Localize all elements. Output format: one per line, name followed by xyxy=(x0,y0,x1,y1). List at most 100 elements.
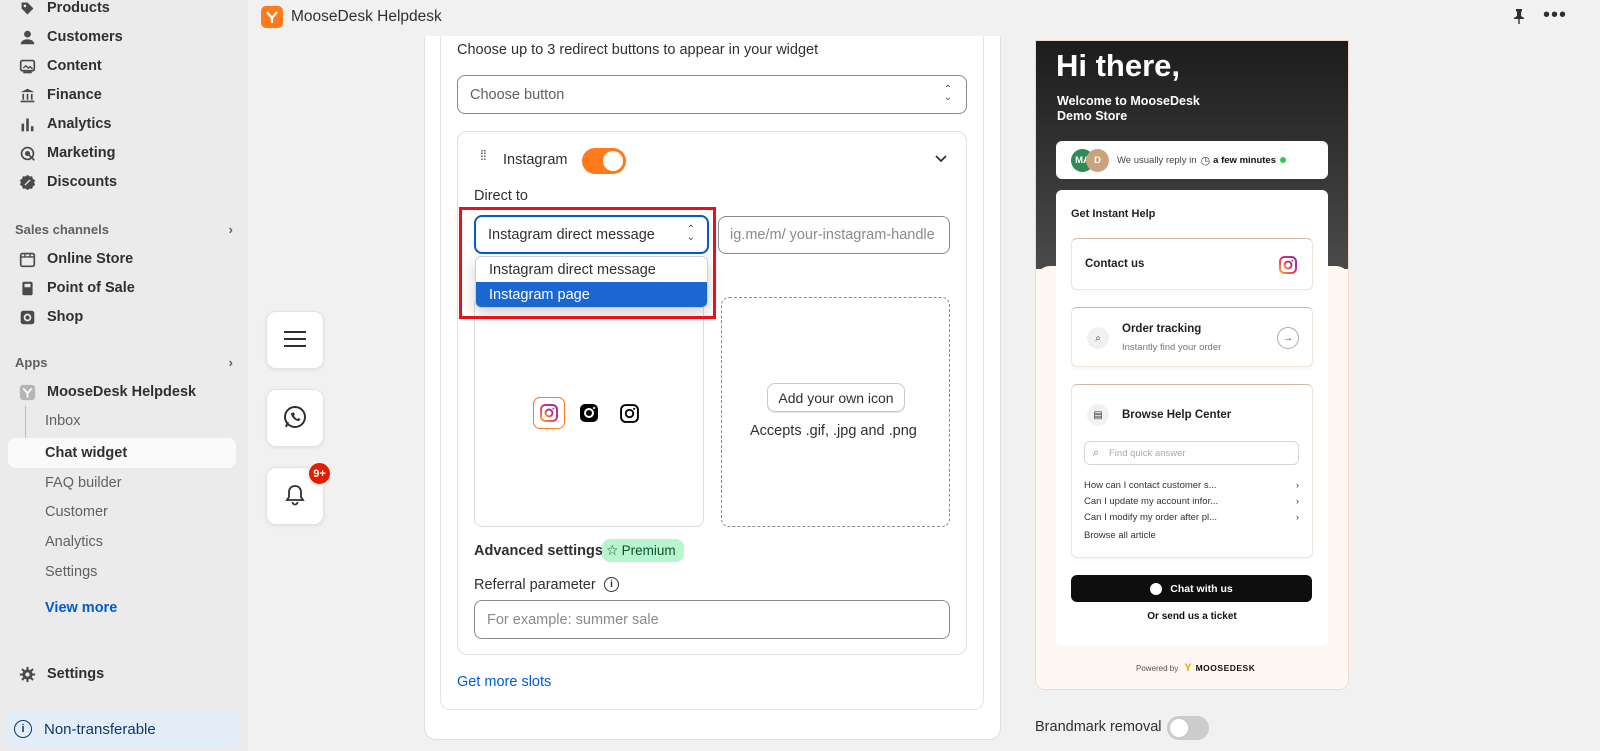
preview-question[interactable]: Can I update my account infor... › xyxy=(1084,496,1299,507)
instagram-gradient-icon[interactable] xyxy=(533,397,565,429)
chat-bubble-icon xyxy=(1150,582,1163,595)
discount-icon xyxy=(18,173,36,191)
star-icon: ☆ xyxy=(606,542,619,558)
sidebar-item-label: Point of Sale xyxy=(47,280,135,296)
sidebar-subitem-inbox[interactable]: Inbox xyxy=(45,406,80,436)
whatsapp-fab[interactable] xyxy=(266,389,324,447)
chevron-right-icon: › xyxy=(1295,480,1299,491)
referral-parameter-input[interactable]: For example: summer sale xyxy=(474,600,950,639)
choose-button-select[interactable]: Choose button ⌃ ⌄ xyxy=(457,75,967,114)
sidebar-subitem-analytics[interactable]: Analytics xyxy=(45,527,103,557)
image-icon xyxy=(18,57,36,75)
preview-reply-time: MA D We usually reply in ◷ a few minutes xyxy=(1056,141,1328,179)
sidebar-item-online-store[interactable]: Online Store xyxy=(8,244,236,274)
person-icon xyxy=(18,28,36,46)
clock-icon: ◷ xyxy=(1200,154,1211,167)
preview-browse-help-center: Browse Help Center xyxy=(1122,409,1232,421)
search-receipt-icon: ⌕ xyxy=(1087,327,1109,349)
instagram-outline-icon[interactable] xyxy=(613,397,645,429)
app-topbar: MooseDesk Helpdesk ••• xyxy=(248,0,1600,36)
preview-order-tracking: Order tracking xyxy=(1122,323,1202,335)
instagram-handle-input[interactable]: ig.me/m/ your-instagram-handle xyxy=(718,216,950,254)
slot-title: Instagram xyxy=(503,152,568,168)
chevron-right-icon: › xyxy=(1295,496,1299,507)
preview-instant-help: Get Instant Help xyxy=(1071,208,1156,220)
preview-search-input[interactable]: ⌕ Find quick answer xyxy=(1084,441,1299,465)
sidebar-subitem-settings[interactable]: Settings xyxy=(45,557,97,587)
arrow-right-icon: → xyxy=(1277,327,1299,349)
highlight-annotation xyxy=(459,207,716,319)
sidebar-item-moosedesk[interactable]: MooseDesk Helpdesk xyxy=(8,377,236,407)
non-transferable-banner[interactable]: i Non-transferable xyxy=(6,711,240,747)
sidebar-item-label: Online Store xyxy=(47,251,134,267)
notification-badge: 9+ xyxy=(307,461,332,486)
shop-icon xyxy=(18,308,36,326)
sidebar-item-analytics[interactable]: Analytics xyxy=(8,109,236,139)
preview-order-tracking-sub: Instantly find your order xyxy=(1122,342,1222,353)
preview-send-ticket[interactable]: Or send us a ticket xyxy=(1056,611,1328,622)
sidebar-item-settings[interactable]: Settings xyxy=(8,659,236,689)
preview-browse-all[interactable]: Browse all article xyxy=(1084,530,1299,541)
more-actions-icon[interactable]: ••• xyxy=(1543,4,1567,27)
direct-to-label: Direct to xyxy=(474,188,528,204)
sidebar-item-label: Customers xyxy=(47,29,123,45)
accepted-formats-text: Accepts .gif, .jpg and .png xyxy=(750,423,917,439)
sidebar-item-point-of-sale[interactable]: Point of Sale xyxy=(8,273,236,303)
sales-channels-heading[interactable]: Sales channels › xyxy=(15,222,233,237)
select-arrows-icon: ⌃ ⌄ xyxy=(943,84,952,103)
get-more-slots-link[interactable]: Get more slots xyxy=(457,674,551,690)
instagram-gradient-icon xyxy=(1279,256,1297,277)
preview-chat-button[interactable]: Chat with us xyxy=(1071,575,1312,602)
preview-question[interactable]: How can I contact customer s... › xyxy=(1084,480,1299,491)
sidebar-item-shop[interactable]: Shop xyxy=(8,302,236,332)
preview-question[interactable]: Can I modify my order after pl... › xyxy=(1084,512,1299,523)
sidebar-subitem-faq-builder[interactable]: FAQ builder xyxy=(45,468,122,498)
custom-icon-upload[interactable] xyxy=(721,297,950,527)
moosedesk-logo-icon xyxy=(261,6,283,28)
sidebar-item-label: Settings xyxy=(47,666,105,682)
search-icon: ⌕ xyxy=(1093,447,1100,459)
sidebar-item-label: Shop xyxy=(47,309,84,325)
add-own-icon-button[interactable]: Add your own icon xyxy=(767,383,905,412)
preview-greeting: Hi there, xyxy=(1056,48,1181,83)
sidebar-item-discounts[interactable]: Discounts xyxy=(8,167,236,197)
sidebar-item-content[interactable]: Content xyxy=(8,51,236,81)
target-icon xyxy=(18,144,36,162)
sidebar-item-marketing[interactable]: Marketing xyxy=(8,138,236,168)
sidebar-subitem-chat-widget[interactable]: Chat widget xyxy=(8,438,236,468)
info-icon[interactable]: i xyxy=(604,577,619,592)
view-more-link[interactable]: View more xyxy=(45,600,117,616)
instagram-filled-icon[interactable] xyxy=(573,397,605,429)
sidebar-item-products[interactable]: Products xyxy=(8,0,236,23)
pos-icon xyxy=(18,279,36,297)
sidebar-item-label: Finance xyxy=(47,87,102,103)
advanced-settings-heading: Advanced settings xyxy=(474,543,603,559)
slot-enable-toggle[interactable] xyxy=(582,148,626,174)
apps-heading[interactable]: Apps › xyxy=(15,355,233,370)
sidebar-item-label: MooseDesk Helpdesk xyxy=(47,384,197,400)
hamburger-icon xyxy=(284,330,306,351)
preview-welcome: Welcome to MooseDesk Demo Store xyxy=(1057,94,1200,123)
info-icon: i xyxy=(14,720,32,738)
chevron-right-icon: › xyxy=(1295,512,1299,523)
referral-parameter-label: Referral parameter xyxy=(474,577,596,593)
gear-icon xyxy=(18,665,36,683)
sidebar-item-label: Discounts xyxy=(47,174,118,190)
online-dot-icon xyxy=(1280,157,1286,163)
sidebar-subitem-customer[interactable]: Customer xyxy=(45,497,108,527)
redirect-intro-text: Choose up to 3 redirect buttons to appea… xyxy=(457,42,819,58)
brandmark-removal-label: Brandmark removal xyxy=(1035,719,1162,735)
moosedesk-app-icon xyxy=(18,383,36,401)
preview-contact-us: Contact us xyxy=(1085,258,1145,270)
bank-icon xyxy=(18,86,36,104)
brandmark-removal-toggle[interactable] xyxy=(1167,716,1209,740)
drag-handle-icon[interactable]: ⁞⁞ xyxy=(480,148,487,162)
preview-powered-by: Powered by Y MOOSEDESK xyxy=(1136,662,1256,674)
sidebar-item-customers[interactable]: Customers xyxy=(8,22,236,52)
pin-icon[interactable] xyxy=(1512,8,1526,28)
chevron-down-icon[interactable] xyxy=(935,150,947,166)
menu-fab[interactable] xyxy=(266,311,324,369)
premium-badge: ☆ Premium xyxy=(602,539,684,562)
sidebar-item-finance[interactable]: Finance xyxy=(8,80,236,110)
moosedesk-logo-icon: Y xyxy=(1184,662,1192,674)
